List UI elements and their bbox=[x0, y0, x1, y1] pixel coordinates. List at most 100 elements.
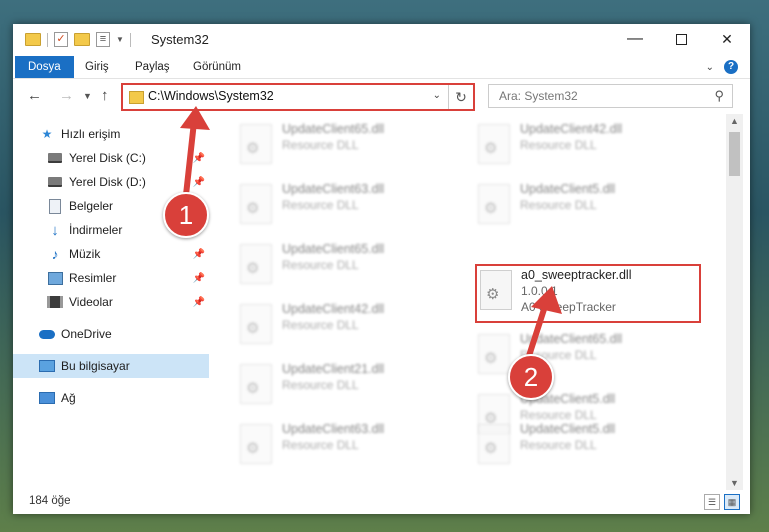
file-name: UpdateClient42.dll bbox=[520, 122, 623, 136]
sidebar-item-label: Bu bilgisayar bbox=[61, 359, 130, 373]
file-version: 1.0.0.1 bbox=[521, 284, 558, 298]
sidebar-item-local-disk-d[interactable]: Yerel Disk (D:) 📌 bbox=[13, 170, 209, 194]
search-input[interactable]: Ara: System32 ⚲ bbox=[488, 84, 733, 108]
tiles-view-icon[interactable]: ▦ bbox=[724, 494, 740, 510]
file-item-a0-sweeptracker[interactable]: a0_sweeptracker.dll 1.0.0.1 A0 SweepTrac… bbox=[478, 266, 698, 314]
file-item[interactable]: UpdateClient21.dll Resource DLL bbox=[234, 360, 454, 408]
file-explorer-window: ✓ ≡ ▼ System32 — ✕ Dosya Giriş Paylaş Gö… bbox=[13, 24, 750, 514]
status-bar: 184 öğe ☰ ▦ bbox=[13, 490, 750, 514]
pictures-icon bbox=[47, 271, 63, 285]
file-name: UpdateClient21.dll bbox=[282, 362, 385, 376]
file-type: Resource DLL bbox=[520, 138, 597, 152]
file-name: UpdateClient5.dll bbox=[520, 422, 616, 436]
ribbon-tabs: Dosya Giriş Paylaş Görünüm ⌄ ? bbox=[13, 56, 750, 79]
sidebar-item-label: Videolar bbox=[69, 295, 113, 309]
file-item[interactable]: UpdateClient65.dll Resource DLL bbox=[472, 330, 692, 378]
dll-file-icon bbox=[240, 184, 272, 224]
file-type: Resource DLL bbox=[520, 438, 597, 452]
file-name: a0_sweeptracker.dll bbox=[521, 268, 632, 282]
file-item[interactable]: UpdateClient65.dll Resource DLL bbox=[234, 120, 454, 168]
pin-icon[interactable]: 📌 bbox=[193, 297, 205, 308]
file-item[interactable]: UpdateClient63.dll Resource DLL bbox=[234, 420, 454, 468]
file-item[interactable]: UpdateClient63.dll Resource DLL bbox=[234, 180, 454, 228]
file-name: UpdateClient65.dll bbox=[282, 122, 385, 136]
close-button[interactable]: ✕ bbox=[704, 24, 750, 54]
chevron-down-icon[interactable]: ▼ bbox=[116, 35, 124, 44]
tab-view[interactable]: Görünüm bbox=[181, 56, 253, 78]
scrollbar-thumb[interactable] bbox=[729, 132, 740, 176]
address-bar[interactable]: C:\Windows\System32 ⌄ ↻ bbox=[121, 83, 475, 111]
network-icon bbox=[39, 391, 55, 405]
address-path[interactable]: C:\Windows\System32 bbox=[148, 89, 274, 103]
search-icon[interactable]: ⚲ bbox=[714, 88, 724, 104]
file-type: Resource DLL bbox=[282, 138, 359, 152]
properties-icon[interactable]: ✓ bbox=[54, 32, 68, 47]
toolbar-divider bbox=[129, 32, 131, 47]
refresh-icon[interactable]: ↻ bbox=[448, 85, 473, 109]
pin-icon[interactable]: 📌 bbox=[193, 273, 205, 284]
customize-toolbar-icon[interactable]: ≡ bbox=[96, 32, 110, 47]
sidebar-item-label: Yerel Disk (D:) bbox=[69, 175, 146, 189]
sidebar-item-label: Müzik bbox=[69, 247, 101, 261]
maximize-icon bbox=[675, 33, 687, 45]
file-item[interactable]: UpdateClient42.dll Resource DLL bbox=[234, 300, 454, 348]
file-type: Resource DLL bbox=[282, 438, 359, 452]
sidebar-item-pictures[interactable]: Resimler 📌 bbox=[13, 266, 209, 290]
pin-icon[interactable]: 📌 bbox=[193, 153, 205, 164]
chevron-down-icon[interactable]: ⌄ bbox=[433, 90, 441, 101]
tab-home[interactable]: Giriş bbox=[73, 56, 121, 78]
back-arrow-icon[interactable]: ← bbox=[27, 87, 42, 104]
folder-icon bbox=[25, 33, 41, 46]
sidebar-item-label: İndirmeler bbox=[69, 223, 123, 237]
file-list: UpdateClient65.dll Resource DLL UpdateCl… bbox=[210, 114, 726, 490]
dll-file-icon bbox=[478, 424, 510, 464]
file-item[interactable]: UpdateClient42.dll Resource DLL bbox=[472, 120, 692, 168]
cloud-icon bbox=[39, 327, 55, 341]
pin-icon[interactable]: 📌 bbox=[193, 249, 205, 260]
file-type: Resource DLL bbox=[520, 198, 597, 212]
sidebar-item-label: Belgeler bbox=[69, 199, 114, 213]
sidebar-item-quick-access[interactable]: ★ Hızlı erişim bbox=[13, 122, 209, 146]
sidebar-item-music[interactable]: ♪ Müzik 📌 bbox=[13, 242, 209, 266]
file-type: Resource DLL bbox=[282, 198, 359, 212]
navigation-pane: ★ Hızlı erişim Yerel Disk (C:) 📌 Yerel D… bbox=[13, 114, 209, 490]
recent-locations-icon[interactable]: ▼ bbox=[83, 91, 92, 101]
up-arrow-icon[interactable]: ↑ bbox=[101, 87, 109, 104]
file-type: Resource DLL bbox=[282, 318, 359, 332]
file-name: UpdateClient5.dll bbox=[520, 182, 616, 196]
sidebar-item-onedrive[interactable]: OneDrive bbox=[13, 322, 209, 346]
file-item[interactable]: UpdateClient5.dll Resource DLL bbox=[472, 180, 692, 228]
view-toggle: ☰ ▦ bbox=[704, 494, 740, 510]
drive-icon bbox=[47, 151, 63, 165]
tab-share[interactable]: Paylaş bbox=[123, 56, 182, 78]
computer-icon bbox=[39, 359, 55, 373]
sidebar-item-videos[interactable]: Videolar 📌 bbox=[13, 290, 209, 314]
music-icon: ♪ bbox=[51, 246, 59, 262]
tab-file[interactable]: Dosya bbox=[15, 56, 74, 78]
dll-file-icon bbox=[478, 334, 510, 374]
window-title: System32 bbox=[151, 32, 209, 47]
vertical-scrollbar[interactable]: ▲ ▼ bbox=[726, 114, 743, 490]
help-icon[interactable]: ? bbox=[724, 60, 738, 74]
file-item[interactable]: UpdateClient5.dll Resource DLL bbox=[472, 420, 692, 468]
details-view-icon[interactable]: ☰ bbox=[704, 494, 720, 510]
maximize-button[interactable] bbox=[658, 24, 704, 54]
pin-icon[interactable]: 📌 bbox=[193, 177, 205, 188]
sidebar-item-label: Ağ bbox=[61, 391, 76, 405]
expand-ribbon-icon[interactable]: ⌄ bbox=[706, 62, 714, 73]
dll-file-icon bbox=[480, 270, 512, 310]
minimize-button[interactable]: — bbox=[612, 24, 658, 54]
dll-file-icon bbox=[240, 124, 272, 164]
toolbar-divider bbox=[47, 32, 48, 47]
item-count: 184 öğe bbox=[29, 495, 71, 507]
sidebar-item-this-pc[interactable]: Bu bilgisayar bbox=[13, 354, 209, 378]
scroll-up-icon[interactable]: ▲ bbox=[730, 116, 739, 126]
scroll-down-icon[interactable]: ▼ bbox=[730, 478, 739, 488]
file-name: UpdateClient63.dll bbox=[282, 182, 385, 196]
sidebar-item-local-disk-c[interactable]: Yerel Disk (C:) 📌 bbox=[13, 146, 209, 170]
sidebar-item-network[interactable]: Ağ bbox=[13, 386, 209, 410]
forward-arrow-icon[interactable]: → bbox=[59, 87, 74, 104]
new-folder-icon[interactable] bbox=[74, 33, 90, 46]
file-item[interactable]: UpdateClient65.dll Resource DLL bbox=[234, 240, 454, 288]
sidebar-item-label: OneDrive bbox=[61, 327, 112, 341]
